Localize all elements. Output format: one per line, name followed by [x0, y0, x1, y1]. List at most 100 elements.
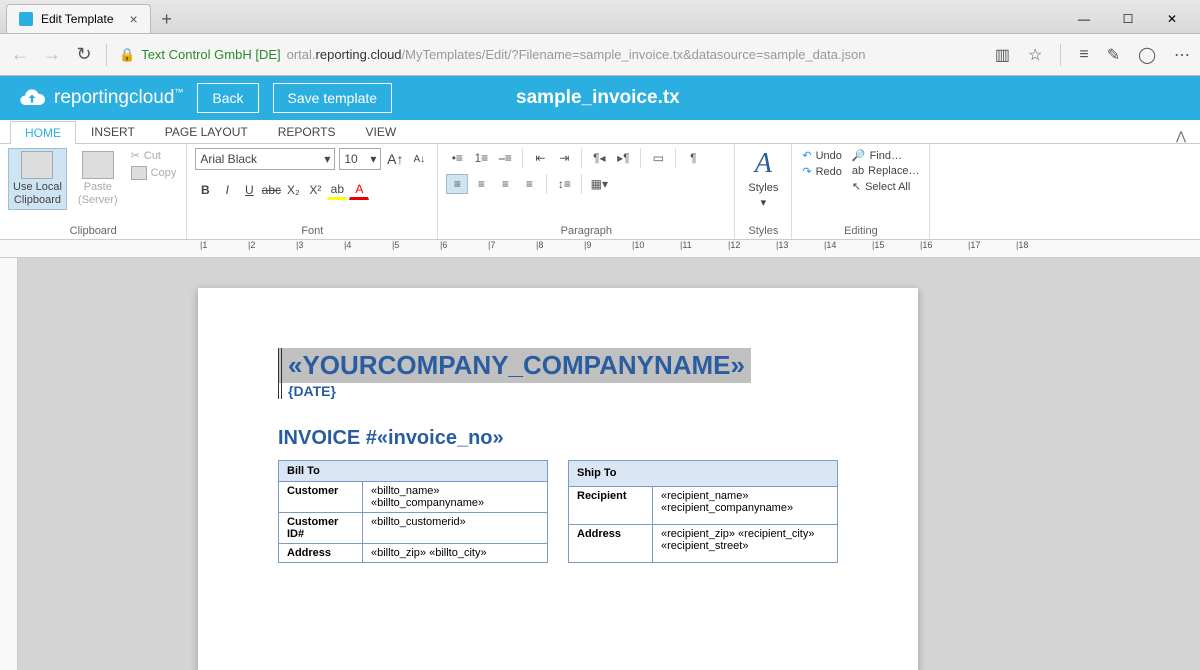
group-label-styles: Styles — [748, 223, 778, 239]
app-header: reportingcloud™ Back Save template sampl… — [0, 76, 1200, 120]
subscript-button[interactable]: X₂ — [283, 180, 303, 200]
back-button[interactable]: Back — [197, 83, 258, 113]
use-local-clipboard-button[interactable]: Use Local Clipboard — [8, 148, 67, 210]
show-marks-button[interactable]: ¶ — [682, 148, 704, 168]
copy-button[interactable]: Copy — [129, 165, 179, 181]
browser-toolbar: ← → ↻ 🔒 Text Control GmbH [DE] ortal.rep… — [0, 34, 1200, 76]
address-bar[interactable]: 🔒 Text Control GmbH [DE] ortal.reporting… — [119, 47, 983, 63]
align-right-button[interactable]: ≡ — [494, 174, 516, 194]
increase-indent-button[interactable]: ⇥ — [553, 148, 575, 168]
minimize-button[interactable]: — — [1062, 5, 1106, 33]
document-title: sample_invoice.tx — [516, 87, 680, 109]
shrink-font-button[interactable]: A↓ — [409, 149, 429, 169]
favorite-icon[interactable]: ☆ — [1028, 45, 1042, 65]
browser-action-icons: ▥ ☆ ≡ ✎ ◯ ⋯ — [995, 44, 1190, 66]
more-icon[interactable]: ⋯ — [1174, 45, 1190, 65]
ship-to-header: Ship To — [569, 461, 838, 487]
copy-icon — [131, 166, 147, 180]
font-size-select[interactable]: 10▾ — [339, 148, 381, 170]
reading-view-icon[interactable]: ▥ — [995, 45, 1010, 65]
justify-button[interactable]: ≡ — [518, 174, 540, 194]
browser-tab[interactable]: Edit Template × — [6, 4, 151, 33]
bullets-button[interactable]: •≡ — [446, 148, 468, 168]
bold-button[interactable]: B — [195, 180, 215, 200]
multilevel-button[interactable]: ⎯≡ — [494, 148, 516, 168]
tab-home[interactable]: HOME — [10, 121, 76, 144]
bill-to-table[interactable]: Bill To Customer«billto_name» «billto_co… — [278, 460, 548, 563]
underline-button[interactable]: U — [239, 180, 259, 200]
ship-to-table[interactable]: Ship To Recipient«recipient_name» «recip… — [568, 460, 838, 563]
redo-icon: ↷ — [802, 165, 811, 178]
tab-view[interactable]: VIEW — [351, 120, 412, 143]
favicon-icon — [19, 12, 33, 26]
tab-title: Edit Template — [41, 12, 114, 26]
save-template-button[interactable]: Save template — [273, 83, 393, 113]
binoculars-icon: 🔎 — [852, 149, 866, 162]
ruler-horizontal: |1|2|3|4|5|6|7|8|9|10|11|12|13|14|15|16|… — [0, 240, 1200, 258]
hub-icon[interactable]: ≡ — [1079, 46, 1088, 64]
group-paragraph: •≡ 1≡ ⎯≡ ⇤ ⇥ ¶◂ ▸¶ ▭ ¶ ≡ ≡ ≡ ≡ ↕≡ — [438, 144, 735, 239]
ruler-vertical — [0, 258, 18, 670]
company-merge-field[interactable]: «YOURCOMPANY_COMPANYNAME» — [278, 348, 751, 383]
tab-reports[interactable]: REPORTS — [263, 120, 351, 143]
share-icon[interactable]: ◯ — [1138, 45, 1156, 65]
scissors-icon: ✂ — [131, 149, 140, 162]
ribbon-tabs: HOME INSERT PAGE LAYOUT REPORTS VIEW ⋀ — [0, 120, 1200, 144]
rtl-button[interactable]: ▸¶ — [612, 148, 634, 168]
tab-page-layout[interactable]: PAGE LAYOUT — [150, 120, 263, 143]
strike-button[interactable]: abc — [261, 180, 281, 200]
clipboard-icon — [21, 151, 53, 179]
cut-button[interactable]: ✂Cut — [129, 148, 179, 163]
find-button[interactable]: 🔎Find… — [850, 148, 922, 163]
align-left-button[interactable]: ≡ — [446, 174, 468, 194]
cloud-up-icon — [18, 84, 46, 112]
borders-button[interactable]: ▦▾ — [588, 174, 610, 194]
highlight-button[interactable]: ab — [327, 180, 347, 200]
undo-button[interactable]: ↶Undo — [800, 148, 844, 163]
separator — [106, 44, 107, 66]
select-all-button[interactable]: ↖Select All — [850, 179, 922, 194]
replace-button[interactable]: abReplace… — [850, 164, 922, 178]
redo-button[interactable]: ↷Redo — [800, 164, 844, 179]
page-surface[interactable]: «YOURCOMPANY_COMPANYNAME» {DATE} INVOICE… — [18, 258, 1200, 670]
italic-button[interactable]: I — [217, 180, 237, 200]
frame-button[interactable]: ▭ — [647, 148, 669, 168]
group-font: Arial Black▾ 10▾ A↑ A↓ B I U abc X₂ X² a… — [187, 144, 438, 239]
new-tab-button[interactable]: + — [153, 5, 181, 33]
group-label-font: Font — [301, 223, 323, 239]
invoice-heading[interactable]: INVOICE #«invoice_no» — [278, 427, 838, 450]
refresh-button[interactable]: ↻ — [74, 45, 94, 65]
superscript-button[interactable]: X² — [305, 180, 325, 200]
document-page[interactable]: «YOURCOMPANY_COMPANYNAME» {DATE} INVOICE… — [198, 288, 918, 670]
numbering-button[interactable]: 1≡ — [470, 148, 492, 168]
window-controls: — ☐ ✕ — [1062, 5, 1194, 33]
align-center-button[interactable]: ≡ — [470, 174, 492, 194]
collapse-ribbon-icon[interactable]: ⋀ — [1176, 129, 1186, 143]
browser-titlebar: Edit Template × + — ☐ ✕ — [0, 0, 1200, 34]
forward-button[interactable]: → — [42, 45, 62, 65]
font-color-button[interactable]: A — [349, 180, 369, 200]
group-label-editing: Editing — [844, 223, 878, 239]
close-button[interactable]: ✕ — [1150, 5, 1194, 33]
styles-button[interactable]: A Styles ▾ — [743, 148, 783, 209]
paste-button[interactable]: Paste (Server) — [73, 148, 123, 210]
group-styles: A Styles ▾ Styles — [735, 144, 792, 239]
grow-font-button[interactable]: A↑ — [385, 149, 405, 169]
notes-icon[interactable]: ✎ — [1107, 45, 1120, 65]
chevron-down-icon: ▾ — [370, 152, 376, 166]
maximize-button[interactable]: ☐ — [1106, 5, 1150, 33]
site-identity: Text Control GmbH [DE] — [141, 47, 280, 62]
tab-insert[interactable]: INSERT — [76, 120, 150, 143]
ltr-button[interactable]: ¶◂ — [588, 148, 610, 168]
line-spacing-button[interactable]: ↕≡ — [553, 174, 575, 194]
back-button[interactable]: ← — [10, 45, 30, 65]
font-family-select[interactable]: Arial Black▾ — [195, 148, 335, 170]
undo-icon: ↶ — [802, 149, 811, 162]
date-merge-field[interactable]: {DATE} — [278, 383, 838, 399]
replace-icon: ab — [852, 165, 864, 177]
lock-icon: 🔒 — [119, 47, 135, 63]
workspace: «YOURCOMPANY_COMPANYNAME» {DATE} INVOICE… — [0, 258, 1200, 670]
decrease-indent-button[interactable]: ⇤ — [529, 148, 551, 168]
tab-close-icon[interactable]: × — [130, 11, 138, 27]
group-label-paragraph: Paragraph — [561, 223, 612, 239]
